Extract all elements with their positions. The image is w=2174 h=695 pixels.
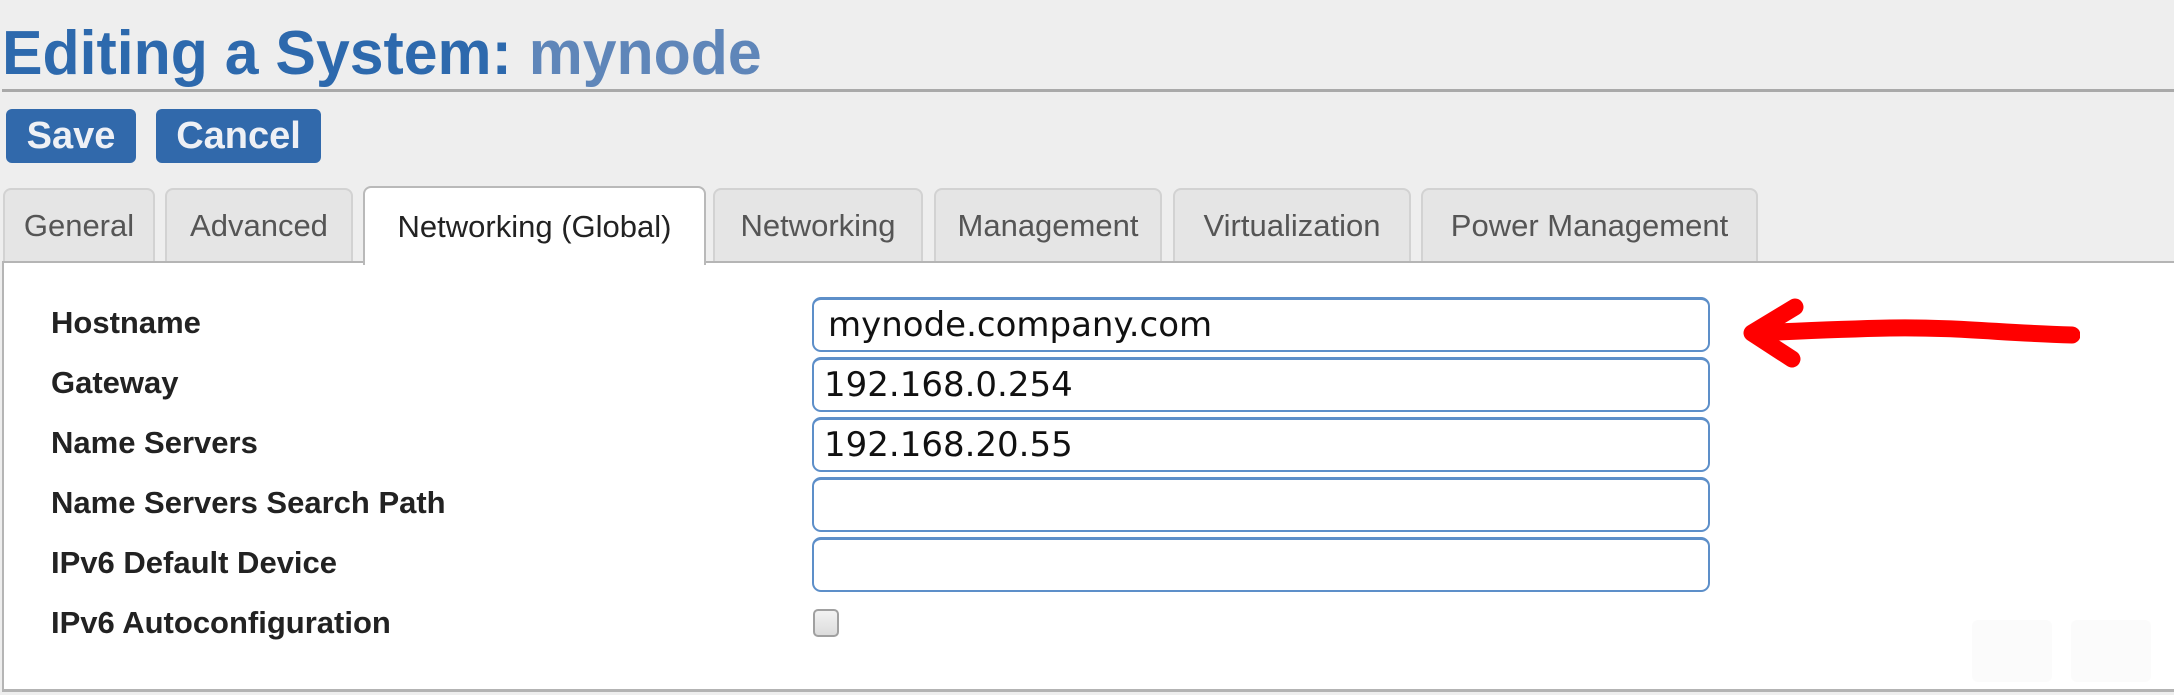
ipv6-autoconfiguration-label: IPv6 Autoconfiguration (51, 605, 391, 640)
ipv6-default-device-label: IPv6 Default Device (51, 545, 338, 580)
name-servers-label: Name Servers (51, 425, 258, 460)
watermark-download-icon (1972, 620, 2052, 682)
name-servers-input[interactable] (812, 417, 1710, 472)
ipv6-autoconfiguration-checkbox[interactable] (813, 609, 839, 637)
tab-management[interactable]: Management (934, 188, 1162, 261)
system-name: mynode (528, 19, 762, 88)
gateway-label: Gateway (51, 365, 179, 400)
watermark-drive-icon (2071, 620, 2151, 682)
gateway-input[interactable] (812, 357, 1710, 412)
page-title: Editing a System: mynode (2, 14, 762, 94)
tab-virtualization[interactable]: Virtualization (1173, 188, 1411, 261)
cancel-button[interactable]: Cancel (156, 109, 321, 163)
save-button[interactable]: Save (6, 109, 136, 163)
tab-networking-global[interactable]: Networking (Global) (363, 186, 706, 265)
tab-general[interactable]: General (3, 188, 155, 261)
tab-networking[interactable]: Networking (713, 188, 923, 261)
tab-power-management[interactable]: Power Management (1421, 188, 1758, 261)
name-servers-search-path-input[interactable] (812, 477, 1710, 532)
name-servers-search-path-label: Name Servers Search Path (51, 485, 446, 520)
hostname-input[interactable] (812, 297, 1710, 352)
tab-advanced[interactable]: Advanced (165, 188, 353, 261)
page-title-prefix: Editing a System: (2, 19, 529, 88)
title-divider (2, 89, 2174, 92)
ipv6-default-device-input[interactable] (812, 537, 1710, 592)
hostname-label: Hostname (51, 305, 201, 340)
red-arrow-icon (1743, 298, 2080, 368)
